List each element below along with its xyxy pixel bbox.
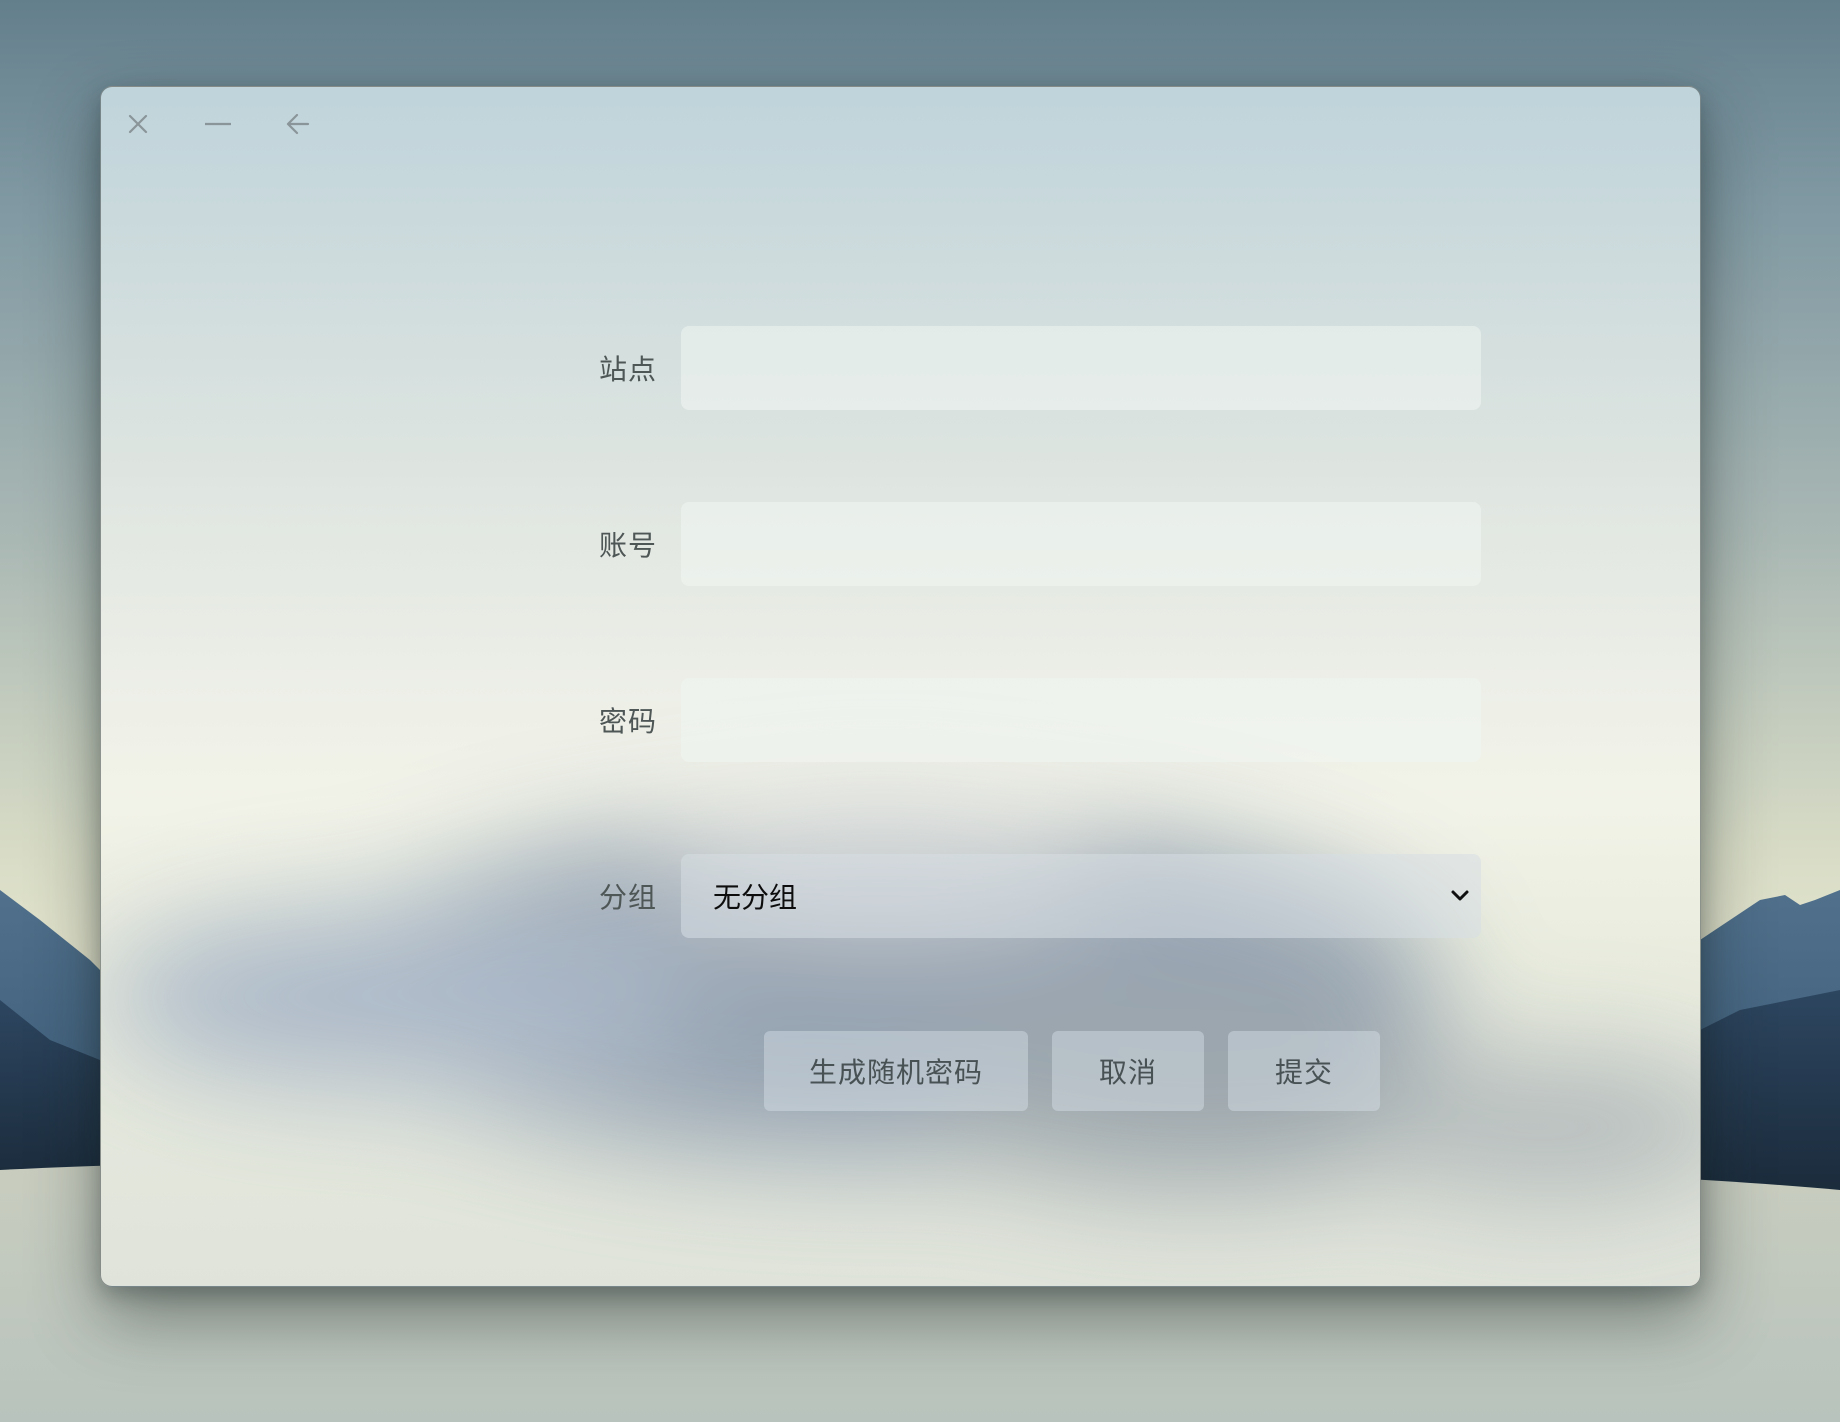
group-select[interactable]: 无分组 (681, 854, 1481, 938)
password-label: 密码 (598, 705, 657, 738)
back-button[interactable] (283, 109, 313, 139)
site-label: 站点 (598, 353, 657, 386)
form-actions: 生成随机密码 取消 提交 (101, 1031, 1700, 1111)
group-label: 分组 (598, 881, 657, 914)
form-row-group: 分组 无分组 (581, 854, 1481, 938)
minimize-icon (205, 122, 231, 126)
close-icon (128, 114, 148, 134)
group-select-value: 无分组 (713, 881, 798, 914)
close-button[interactable] (123, 109, 153, 139)
cancel-button[interactable]: 取消 (1052, 1031, 1204, 1111)
account-label: 账号 (598, 529, 657, 562)
app-window: 站点 账号 密码 分组 无分组 生成随机密码 取消 提交 (100, 86, 1701, 1287)
form-row-password: 密码 (581, 678, 1481, 762)
chevron-down-icon (1451, 890, 1469, 901)
account-input[interactable] (681, 502, 1481, 586)
form-row-account: 账号 (581, 502, 1481, 586)
form-row-site: 站点 (581, 326, 1481, 410)
submit-button[interactable]: 提交 (1228, 1031, 1380, 1111)
generate-password-button[interactable]: 生成随机密码 (764, 1031, 1028, 1111)
minimize-button[interactable] (203, 109, 233, 139)
back-arrow-icon (286, 113, 310, 135)
password-input[interactable] (681, 678, 1481, 762)
site-input[interactable] (681, 326, 1481, 410)
